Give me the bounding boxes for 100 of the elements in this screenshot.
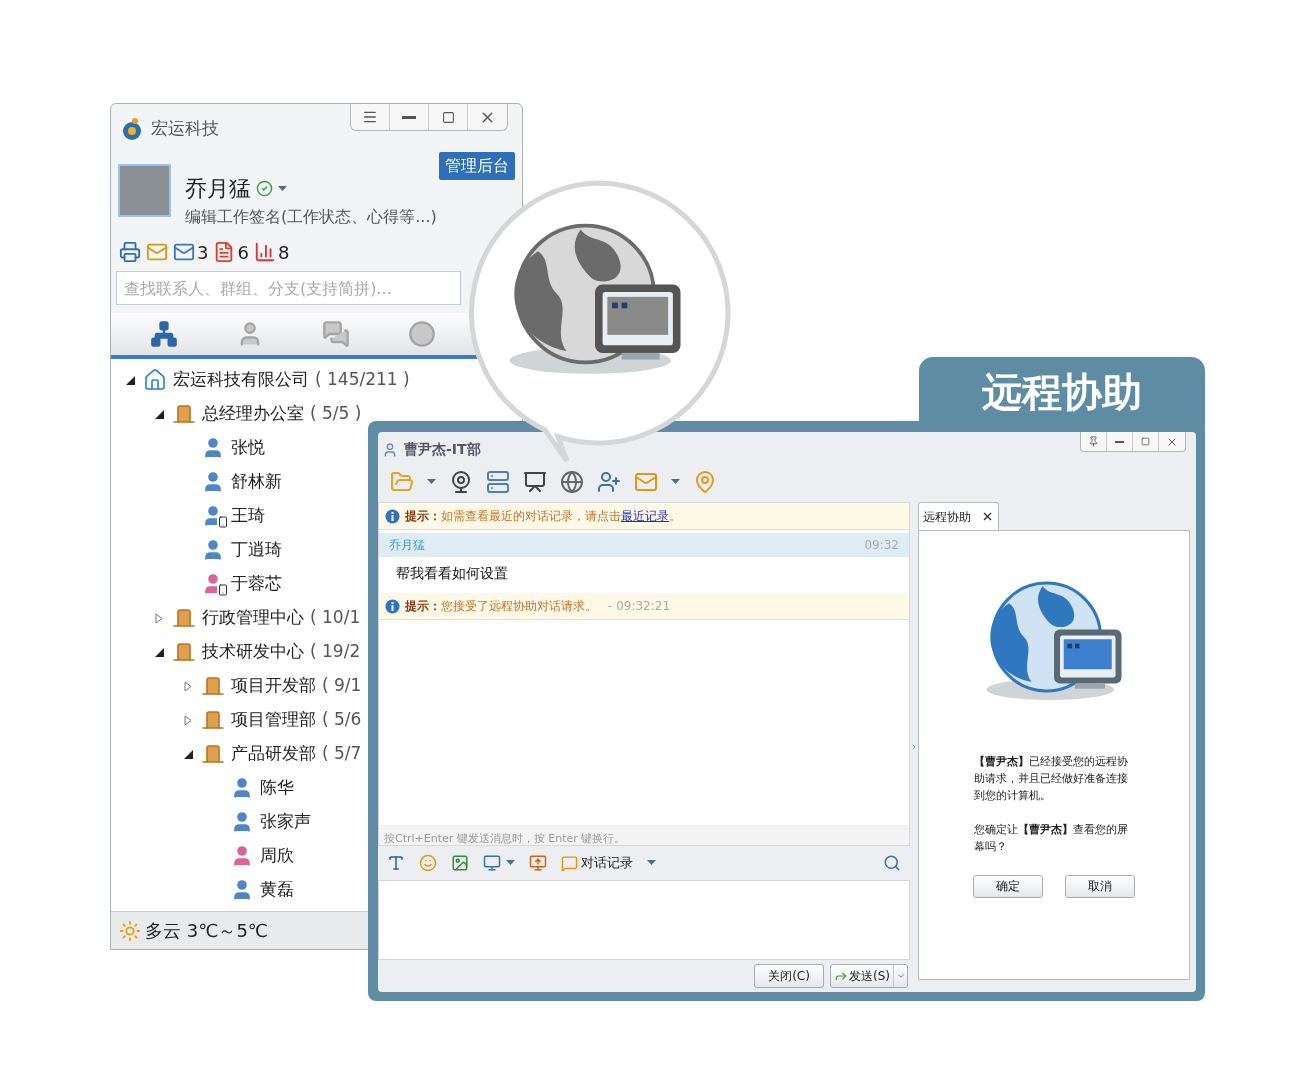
input-hint: 按Ctrl+Enter 键发送消息时，按 Enter 键换行。 (384, 832, 626, 845)
caret-icon[interactable] (427, 479, 436, 485)
caret-icon[interactable] (506, 860, 515, 866)
weather-text: 多云 3℃～5℃ (145, 919, 269, 943)
pin-icon (1088, 436, 1099, 447)
tree-label[interactable]: 丁逍琦 (231, 537, 282, 563)
message-time: 09:32 (864, 537, 899, 554)
chat-title: 曹尹杰-IT部 (404, 440, 481, 459)
whiteboard-icon[interactable] (523, 470, 547, 494)
notice-text: 提示：如需查看最近的对话记录，请点击最近记录。 (405, 508, 681, 525)
fax-mail-icon[interactable] (146, 241, 168, 263)
tree-label[interactable]: 产品研发部 (231, 741, 316, 767)
caret-icon (895, 971, 906, 981)
notice-text: 提示：您接受了远程协助对话请求。 (405, 598, 597, 615)
info-icon (385, 508, 400, 524)
door-icon (201, 742, 225, 766)
counter-value: 8 (277, 240, 290, 265)
house-icon (143, 368, 167, 392)
notice-time: - 09:32:21 (608, 598, 671, 615)
weather-icon (119, 919, 141, 942)
tree-label[interactable]: 于蓉芯 (231, 571, 282, 597)
tree-count: ( 5/7 (322, 742, 362, 766)
expand-triangle-icon[interactable] (184, 714, 192, 726)
server-icon[interactable] (486, 470, 510, 494)
counter-value: 6 (237, 240, 249, 265)
tree-label[interactable]: 王琦 (231, 503, 265, 529)
side-tab[interactable]: 远程协助 (918, 502, 999, 530)
tree-count: ( 5/6 (322, 708, 362, 732)
chat-bubbles-icon (322, 320, 350, 348)
person-icon (382, 441, 398, 458)
recent-records-link[interactable]: 最近记录 (621, 509, 669, 523)
admin-button[interactable]: 管理后台 (439, 152, 515, 180)
confirm-button[interactable]: 确定 (973, 874, 1043, 898)
sender-name: 乔月猛 (389, 537, 425, 554)
banner-title: 远程协助 (982, 368, 1142, 417)
door-icon (172, 402, 196, 426)
caret-icon[interactable] (671, 479, 680, 485)
chat-bubble-icon (561, 854, 578, 872)
signature-text[interactable]: 编辑工作签名(工作状态、心得等...) (185, 205, 437, 229)
caret-icon[interactable] (278, 185, 287, 192)
tree-label[interactable]: 舒林新 (231, 469, 282, 495)
tree-label[interactable]: 张悦 (231, 435, 265, 461)
webcam-icon[interactable] (449, 470, 473, 494)
image-icon[interactable] (451, 854, 469, 872)
tree-label[interactable]: 陈华 (260, 775, 294, 801)
screenshot-icon[interactable] (483, 854, 501, 872)
door-icon (172, 640, 196, 664)
remote-assist-question: 您确定让【曹尹杰】查看您的屏幕吗？ (974, 821, 1129, 855)
tree-label[interactable]: 行政管理中心 (202, 605, 304, 631)
info-icon (385, 598, 400, 614)
expand-triangle-icon[interactable] (155, 612, 163, 624)
org-chart-icon (150, 320, 178, 348)
tree-label[interactable]: 周欣 (260, 843, 294, 869)
tree-label[interactable]: 项目管理部 (231, 707, 316, 733)
remote-assist-message: 【曹尹杰】已经接受您的远程协助请求，并且已经做好准备连接到您的计算机。 (974, 753, 1129, 804)
collapse-triangle-icon[interactable] (154, 409, 164, 419)
search-icon[interactable] (883, 854, 901, 872)
tree-count: ( 10/1 (310, 606, 361, 630)
tree-label[interactable]: 张家声 (260, 809, 311, 835)
door-icon (201, 674, 225, 698)
expand-triangle-icon[interactable] (184, 680, 192, 692)
tree-label[interactable]: 黄磊 (260, 877, 294, 903)
printer-icon[interactable] (119, 241, 141, 263)
tree-count: ( 5/5 ) (310, 402, 362, 426)
screen-share-icon[interactable] (529, 854, 547, 872)
maximize-icon (441, 110, 455, 124)
collapse-triangle-icon[interactable] (154, 647, 164, 657)
close-icon[interactable] (981, 510, 994, 523)
logo-icon (121, 116, 143, 141)
bar-chart-icon[interactable] (253, 241, 276, 263)
minimize-icon (402, 115, 416, 119)
message-input[interactable] (378, 880, 910, 960)
tree-label[interactable]: 项目开发部 (231, 673, 316, 699)
remote-assist-icon[interactable] (560, 470, 584, 494)
maximize-icon (1141, 437, 1150, 446)
collapse-triangle-icon[interactable] (125, 375, 135, 385)
message-text: 帮我看看如何设置 (395, 564, 509, 583)
tree-count: ( 19/2 (310, 640, 361, 664)
counter-value: 3 (197, 240, 209, 265)
collapse-triangle-icon[interactable] (183, 749, 193, 759)
font-icon[interactable] (387, 854, 405, 872)
caret-icon[interactable] (647, 860, 656, 866)
send-button[interactable]: 发送(S) (831, 965, 893, 987)
photo-placeholder (118, 164, 171, 217)
user-name: 乔月猛 (185, 175, 251, 203)
tree-count: ( 145/211 ) (315, 368, 410, 392)
door-icon (172, 606, 196, 630)
online-status-icon[interactable] (256, 180, 273, 197)
mail-icon[interactable] (173, 241, 195, 263)
tree-label[interactable]: 宏运科技有限公司 (173, 367, 309, 393)
search-field[interactable]: 查找联系人、群组、分支(支持简拼)... (116, 271, 461, 305)
tree-label[interactable]: 总经理办公室 (202, 401, 304, 427)
add-contact-icon[interactable] (597, 470, 621, 494)
menu-icon (362, 109, 378, 125)
cancel-button[interactable]: 取消 (1065, 874, 1135, 898)
close-button[interactable]: 关闭(C) (754, 964, 824, 988)
tree-label[interactable]: 技术研发中心 (202, 639, 304, 665)
window-title: 宏运科技 (151, 117, 219, 140)
minimize-icon (1115, 440, 1124, 443)
history-button[interactable]: 对话记录 (561, 853, 633, 873)
